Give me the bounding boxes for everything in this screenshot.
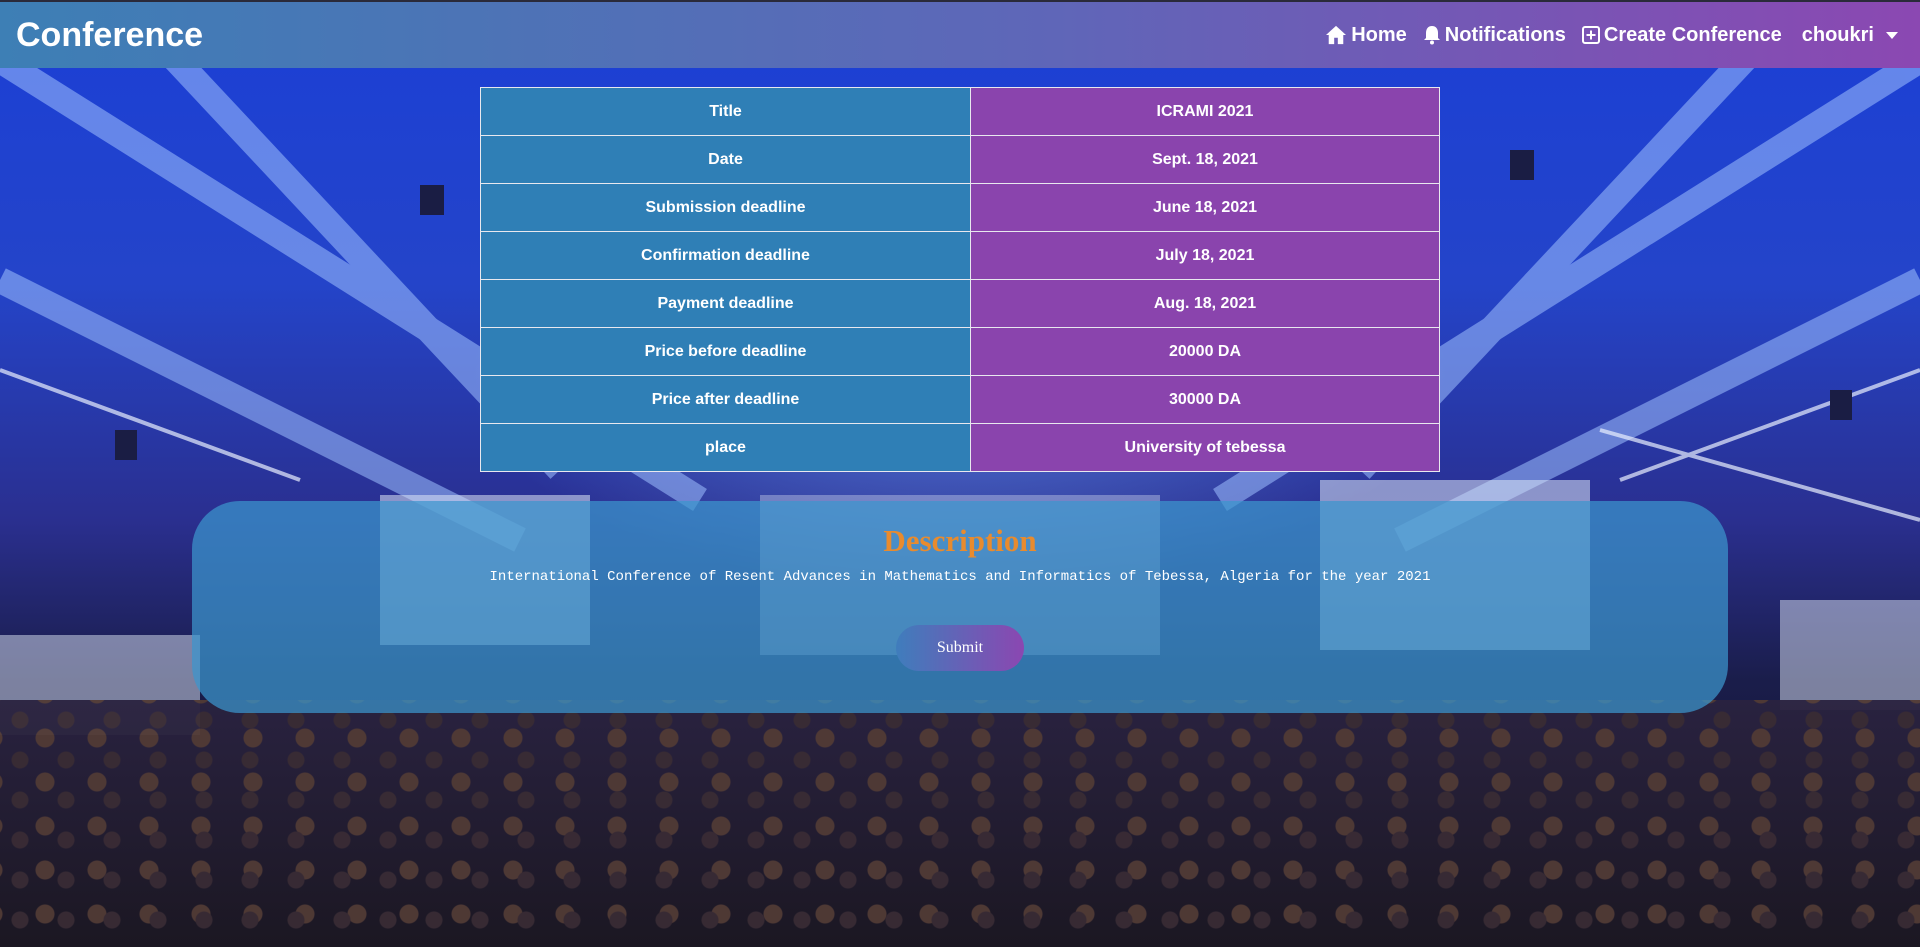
table-row: Confirmation deadline July 18, 2021	[480, 231, 1440, 280]
row-value-payment-deadline: Aug. 18, 2021	[970, 279, 1440, 328]
plus-square-icon	[1581, 26, 1600, 44]
description-heading: Description	[883, 523, 1037, 558]
table-row: Payment deadline Aug. 18, 2021	[480, 279, 1440, 328]
nav-create-conference-label: Create Conference	[1603, 23, 1782, 46]
home-icon	[1326, 25, 1347, 45]
nav-links: Home Notifications Create Conference cho…	[1309, 24, 1898, 47]
row-label-price-after-deadline: Price after deadline	[480, 375, 971, 424]
nav-home-label: Home	[1351, 23, 1407, 46]
table-row: Title ICRAMI 2021	[480, 87, 1440, 136]
brand-title[interactable]: Conference	[16, 16, 203, 55]
nav-home-link[interactable]: Home	[1325, 24, 1407, 47]
row-label-date: Date	[480, 135, 971, 184]
row-value-submission-deadline: June 18, 2021	[970, 183, 1440, 232]
bell-icon	[1423, 26, 1440, 45]
row-label-title: Title	[480, 87, 971, 136]
chevron-down-icon	[1886, 31, 1898, 39]
conference-info-table: Title ICRAMI 2021 Date Sept. 18, 2021 Su…	[480, 87, 1440, 472]
submit-button[interactable]: Submit	[896, 625, 1024, 671]
row-label-place: place	[480, 423, 971, 472]
row-label-confirmation-deadline: Confirmation deadline	[480, 231, 971, 280]
row-value-price-before-deadline: 20000 DA	[970, 327, 1440, 376]
table-row: place University of tebessa	[480, 423, 1440, 472]
row-value-date: Sept. 18, 2021	[970, 135, 1440, 184]
nav-notifications-link[interactable]: Notifications	[1423, 24, 1566, 47]
row-value-place: University of tebessa	[970, 423, 1440, 472]
table-row: Date Sept. 18, 2021	[480, 135, 1440, 184]
user-name: choukri	[1801, 23, 1874, 46]
navbar: Conference Home Notifications Create Con…	[0, 0, 1920, 68]
row-label-submission-deadline: Submission deadline	[480, 183, 971, 232]
table-row: Submission deadline June 18, 2021	[480, 183, 1440, 232]
nav-notifications-label: Notifications	[1444, 23, 1566, 46]
nav-create-conference-link[interactable]: Create Conference	[1581, 23, 1782, 47]
description-text: International Conference of Resent Advan…	[489, 569, 1431, 585]
table-row: Price after deadline 30000 DA	[480, 375, 1440, 424]
row-label-price-before-deadline: Price before deadline	[480, 327, 971, 376]
description-panel: Description International Conference of …	[192, 501, 1728, 713]
row-value-confirmation-deadline: July 18, 2021	[970, 231, 1440, 280]
user-dropdown[interactable]: choukri	[1802, 24, 1898, 47]
row-value-price-after-deadline: 30000 DA	[970, 375, 1440, 424]
row-label-payment-deadline: Payment deadline	[480, 279, 971, 328]
table-row: Price before deadline 20000 DA	[480, 327, 1440, 376]
row-value-title: ICRAMI 2021	[970, 87, 1440, 136]
